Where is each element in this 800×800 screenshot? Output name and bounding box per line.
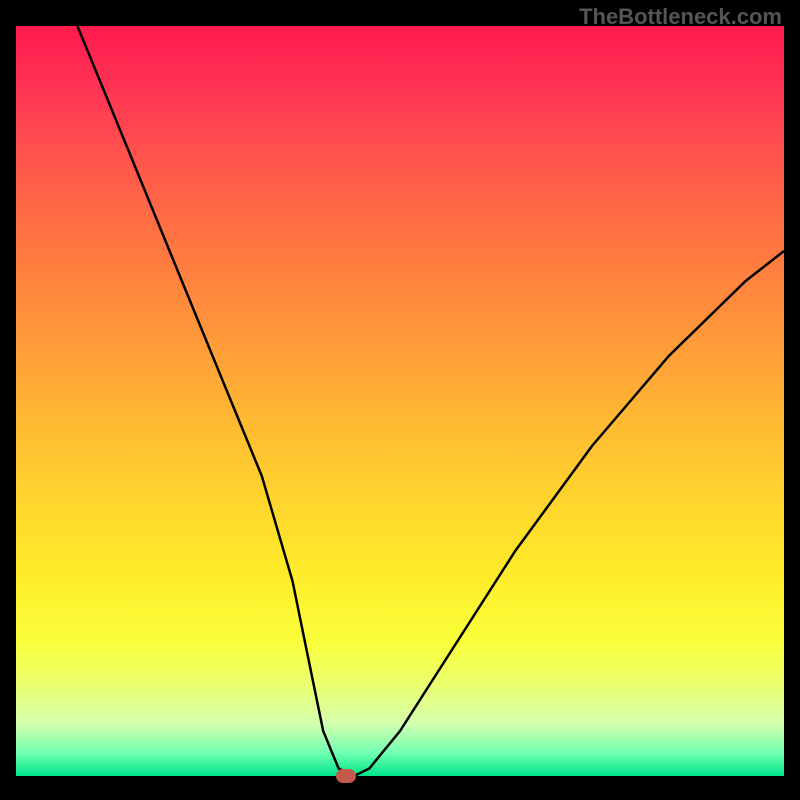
curve-svg (16, 26, 784, 776)
bottleneck-curve (77, 26, 784, 776)
plot-area (16, 26, 784, 776)
minimum-marker (336, 769, 356, 783)
watermark-text: TheBottleneck.com (579, 4, 782, 30)
